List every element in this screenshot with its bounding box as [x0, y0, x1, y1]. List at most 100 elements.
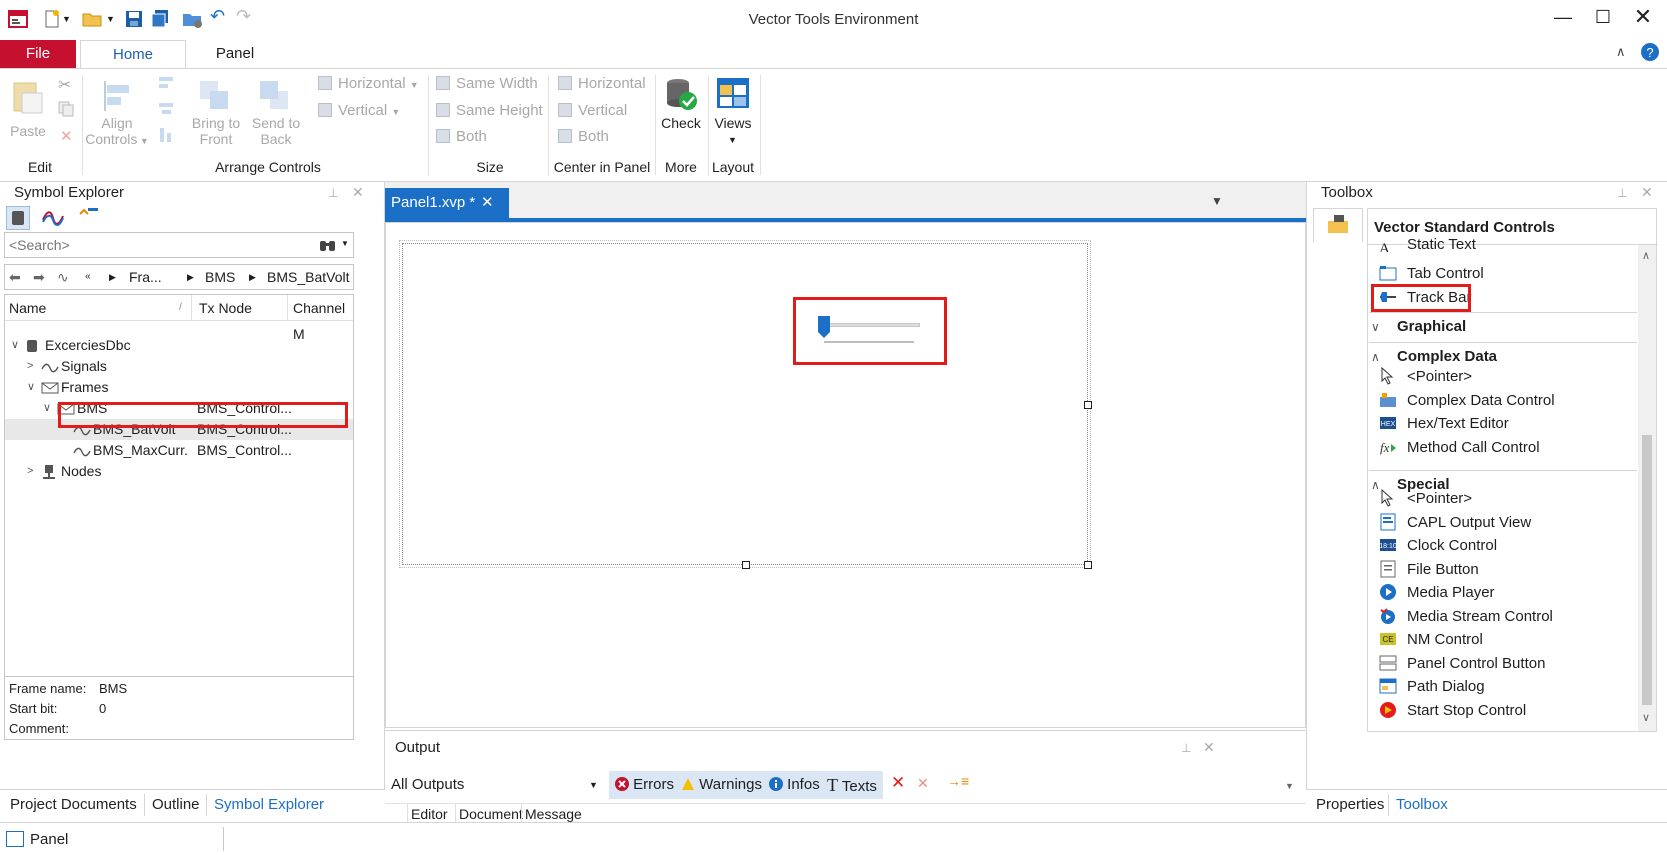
cut-icon[interactable]: ✂ — [58, 75, 71, 95]
toolbox-item[interactable]: HEX Hex/Text Editor — [1379, 412, 1509, 436]
column-name[interactable]: Name — [9, 295, 46, 321]
breadcrumb-item[interactable]: BMS — [205, 265, 235, 289]
vertical-scrollbar[interactable]: ∧ ∨ — [1638, 245, 1656, 731]
close-panel-icon[interactable]: ✕ — [352, 184, 364, 201]
column-tx-node[interactable]: Tx Node — [199, 295, 252, 321]
export-icon[interactable]: →≡ — [947, 773, 969, 789]
close-window-button[interactable]: ✕ — [1628, 4, 1658, 30]
align-center-icon[interactable] — [158, 101, 174, 120]
align-left-icon[interactable] — [158, 75, 174, 94]
help-icon[interactable]: ? — [1640, 42, 1660, 65]
bring-to-front-button[interactable]: Bring to Front — [186, 115, 246, 147]
toolbox-item[interactable]: Complex Data Control — [1379, 389, 1555, 413]
same-width-button[interactable]: Same Width — [436, 75, 538, 92]
tab-toolbox[interactable]: Toolbox — [1396, 790, 1448, 820]
minimize-button[interactable]: — — [1548, 4, 1578, 30]
breadcrumb-item[interactable]: BMS_BatVolt — [267, 265, 350, 289]
toolbox-item[interactable]: fx Method Call Control — [1379, 436, 1540, 460]
toolbox-item[interactable]: Tab Control — [1379, 262, 1484, 286]
variables-view-icon[interactable] — [78, 206, 100, 229]
toolbox-item[interactable]: A Static Text — [1379, 238, 1476, 252]
tab-file[interactable]: File — [0, 40, 76, 68]
column-document[interactable]: Document — [459, 804, 523, 824]
column-message[interactable]: Message — [525, 804, 582, 824]
chevron-down-icon[interactable]: ▼ — [728, 135, 737, 145]
toolbox-category-tab[interactable] — [1313, 208, 1363, 242]
section-vector-standard[interactable]: Vector Standard Controls — [1374, 219, 1555, 236]
signal-view-icon[interactable] — [42, 208, 64, 231]
database-view-button[interactable] — [6, 206, 30, 230]
align-controls-button[interactable]: Align Controls ▼ — [84, 115, 150, 149]
chevron-down-icon[interactable]: ∨ — [43, 398, 57, 419]
same-size-both-button[interactable]: Both — [436, 128, 487, 145]
toolbox-item[interactable]: <Pointer> — [1379, 487, 1472, 511]
close-tab-icon[interactable]: ✕ — [481, 188, 494, 218]
texts-filter-button[interactable]: T Texts — [821, 771, 883, 799]
close-panel-icon[interactable]: ✕ — [1641, 184, 1653, 201]
toolbox-item[interactable]: <Pointer> — [1379, 365, 1472, 389]
toolbox-item[interactable]: CAPL Output View — [1379, 511, 1531, 535]
same-height-button[interactable]: Same Height — [436, 102, 543, 119]
copy-icon[interactable] — [58, 101, 74, 120]
maximize-button[interactable]: ☐ — [1588, 4, 1618, 30]
tab-properties[interactable]: Properties — [1316, 790, 1384, 820]
chevron-right-icon[interactable]: > — [27, 461, 41, 482]
toolbox-item[interactable]: Path Dialog — [1379, 675, 1485, 699]
toolbox-item[interactable]: Media Player — [1379, 581, 1495, 605]
tree-row[interactable]: > Nodes — [5, 461, 353, 482]
errors-filter-button[interactable]: Errors — [609, 771, 681, 799]
toolbox-item[interactable]: 18:10 Clock Control — [1379, 534, 1497, 558]
overflow-chevron-icon[interactable]: « — [85, 265, 91, 289]
chevron-down-icon[interactable]: ▼ — [1285, 781, 1294, 791]
center-both-button[interactable]: Both — [558, 128, 609, 145]
scrollbar-thumb[interactable] — [1642, 435, 1652, 705]
forward-arrow-icon[interactable]: ➡ — [33, 265, 45, 289]
collapse-ribbon-icon[interactable]: ∧ — [1616, 44, 1626, 60]
tab-list-chevron-icon[interactable]: ▼ — [1211, 194, 1223, 208]
tab-home[interactable]: Home — [80, 40, 186, 68]
toolbox-item[interactable]: CE NM Control — [1379, 628, 1483, 652]
tab-panel[interactable]: Panel — [200, 40, 270, 68]
toolbox-item[interactable]: Start Stop Control — [1379, 699, 1526, 723]
clear-output-icon[interactable]: ✕ — [891, 773, 905, 793]
send-to-back-button[interactable]: Send to Back — [246, 115, 306, 147]
resize-handle[interactable] — [1084, 401, 1092, 409]
arrange-vertical-button[interactable]: Vertical ▼ — [318, 102, 400, 119]
output-filter-select[interactable]: All Outputs ▼ — [389, 771, 605, 799]
tree-row[interactable]: ∨ Frames — [5, 377, 353, 398]
column-editor[interactable]: Editor — [411, 804, 448, 824]
chevron-down-icon[interactable]: ∨ — [11, 335, 25, 356]
tree-row[interactable]: ∨ ExcerciesDbc — [5, 335, 353, 356]
warnings-filter-button[interactable]: Warnings — [675, 771, 768, 799]
pin-icon[interactable]: ⊥ — [1617, 186, 1627, 200]
back-arrow-icon[interactable]: ⬅ — [9, 265, 21, 289]
chevron-down-icon[interactable]: ▼ — [341, 239, 349, 248]
tree-row[interactable]: > Signals — [5, 356, 353, 377]
center-vertical-button[interactable]: Vertical — [558, 102, 627, 119]
tab-symbol-explorer[interactable]: Symbol Explorer — [214, 790, 325, 820]
clear-selected-icon[interactable]: ✕ — [917, 775, 929, 792]
check-button[interactable]: Check — [656, 115, 706, 131]
pin-icon[interactable]: ⊥ — [328, 186, 338, 200]
breadcrumb-item[interactable]: Fra... — [129, 265, 162, 289]
close-panel-icon[interactable]: ✕ — [1203, 739, 1215, 756]
infos-filter-button[interactable]: Infos — [763, 771, 826, 799]
center-horizontal-button[interactable]: Horizontal — [558, 75, 646, 92]
tree-row[interactable]: BMS_MaxCurr... BMS_Control... — [5, 440, 353, 461]
group-complex-data[interactable]: ∧ Complex Data — [1371, 348, 1497, 365]
search-input[interactable] — [5, 233, 305, 257]
chevron-down-icon[interactable]: ∨ — [1642, 711, 1650, 724]
pin-icon[interactable]: ⊥ — [1181, 741, 1191, 755]
align-bottom-icon[interactable] — [158, 127, 174, 146]
resize-handle[interactable] — [742, 561, 750, 569]
panel-design-surface[interactable] — [399, 240, 1091, 568]
views-button[interactable]: Views — [708, 115, 758, 131]
resize-handle[interactable] — [1084, 561, 1092, 569]
binoculars-icon[interactable] — [319, 236, 337, 257]
tab-project-documents[interactable]: Project Documents — [10, 790, 137, 820]
group-graphical[interactable]: ∨ Graphical — [1371, 318, 1466, 335]
chevron-right-icon[interactable]: > — [27, 356, 41, 377]
delete-icon[interactable]: ✕ — [60, 127, 73, 145]
panel-canvas[interactable] — [385, 222, 1306, 728]
toolbox-item[interactable]: File Button — [1379, 558, 1479, 582]
